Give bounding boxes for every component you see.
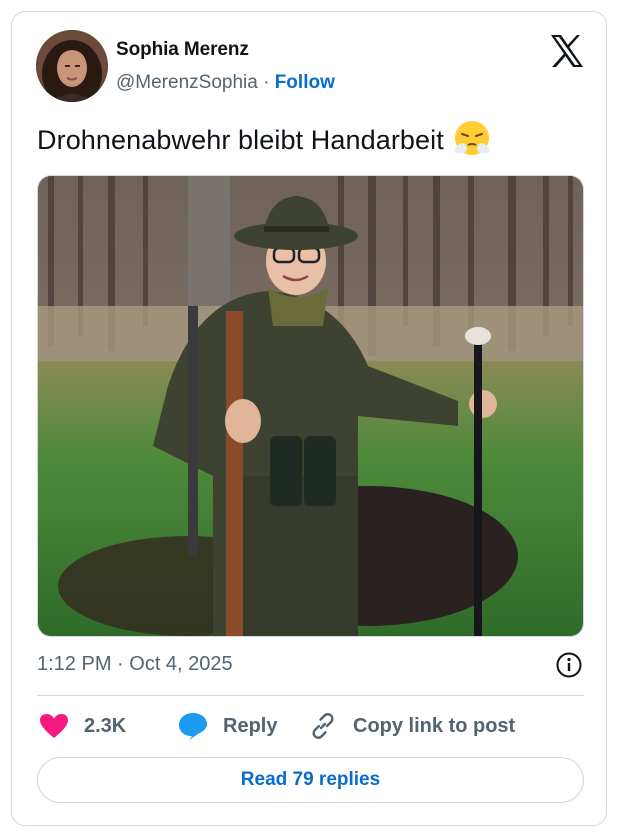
copy-link-button[interactable]: Copy link to post (309, 709, 515, 743)
embedded-tweet-card: Sophia Merenz @MerenzSophia · Follow Dro… (11, 11, 607, 826)
x-logo-icon[interactable] (549, 34, 585, 68)
avatar[interactable] (36, 30, 108, 102)
author-name[interactable]: Sophia Merenz (116, 39, 249, 61)
follow-link[interactable]: Follow (275, 72, 335, 93)
divider (37, 695, 584, 696)
tweet-actions: 2.3K Reply Copy link to post (37, 709, 584, 743)
like-count: 2.3K (84, 714, 127, 737)
info-icon[interactable] (555, 651, 583, 679)
reply-label: Reply (223, 714, 278, 737)
like-button[interactable]: 2.3K (39, 709, 126, 743)
author-handle-row: @MerenzSophia · Follow (116, 72, 335, 94)
copy-link-label: Copy link to post (353, 714, 516, 737)
tweet-text-body: Drohnenabwehr bleibt Handarbeit (37, 125, 444, 155)
tweet-timestamp[interactable]: 1:12 PM · Oct 4, 2025 (37, 653, 233, 676)
reply-button[interactable]: Reply (178, 709, 277, 743)
link-icon (309, 712, 337, 740)
reply-bubble-icon (178, 712, 208, 740)
author-handle[interactable]: @MerenzSophia (116, 72, 258, 93)
tweet-text: Drohnenabwehr bleibt Handarbeit (37, 119, 491, 157)
separator-dot: · (263, 72, 270, 93)
face-with-steam-from-nose-emoji (453, 119, 491, 157)
heart-icon (39, 713, 69, 739)
tweet-photo[interactable] (37, 175, 584, 637)
read-replies-button[interactable]: Read 79 replies (37, 757, 584, 803)
